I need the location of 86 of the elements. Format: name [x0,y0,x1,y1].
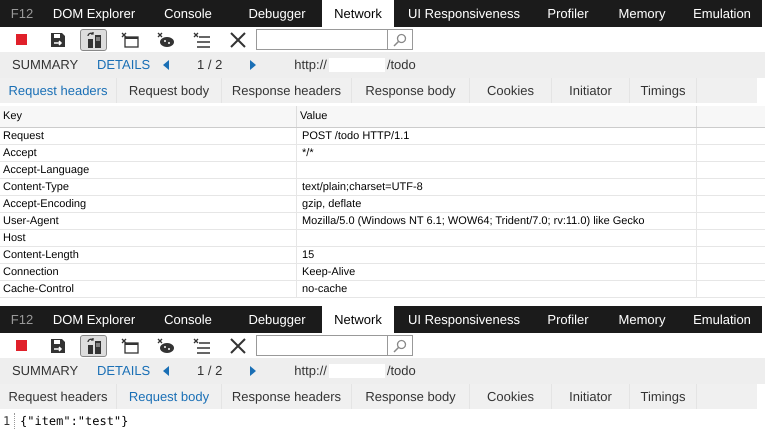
previous-icon[interactable] [163,366,169,376]
tool-tab[interactable]: Console [144,306,232,333]
header-value: text/plain;charset=UTF-8 [302,180,423,195]
window-x-icon [120,32,138,48]
tool-tab[interactable]: DOM Explorer [44,306,144,333]
detail-tab[interactable]: Response body [352,78,470,103]
search-field[interactable] [256,335,413,356]
header-value: no-cache [302,282,348,297]
tool-tab[interactable]: Debugger [232,306,322,333]
detail-tab[interactable]: Request headers [0,78,117,103]
tool-tab[interactable]: Profiler [534,0,602,27]
toolbar-button[interactable] [80,28,107,50]
detail-tab[interactable]: Response body [352,384,470,409]
server-refresh-icon [84,336,102,354]
stop-icon [16,34,27,45]
header-key: Connection [0,264,297,280]
tool-tab[interactable]: Memory [602,0,682,27]
header-key: Accept-Language [0,162,297,178]
header-value: Mozilla/5.0 (Windows NT 6.1; WOW64; Trident/7.0; rv:11.0) like Gecko [302,214,645,229]
tool-tab[interactable]: Emulation [682,306,762,333]
close-icon [230,32,246,48]
header-key: Cache-Control [0,281,297,297]
header-key: User-Agent [0,213,297,229]
header-value: gzip, deflate [302,196,362,212]
page-counter: 1 / 2 [197,362,222,380]
url-text: /todo [386,56,416,74]
f12-label[interactable]: F12 [0,306,44,333]
tool-tab[interactable]: Emulation [682,0,762,27]
cookie-x-icon [156,338,174,354]
view-toggle[interactable]: SUMMARY [12,55,97,75]
detail-tab[interactable]: Response headers [222,384,352,409]
stop-icon [16,340,27,351]
detail-tab[interactable]: Cookies [470,78,552,103]
tool-tab[interactable]: UI Responsiveness [394,0,534,27]
header-key: Content-Type [0,179,297,195]
tool-tab[interactable]: Profiler [534,306,602,333]
toolbar-button[interactable] [80,334,107,356]
save-icon [50,32,66,48]
tool-tab[interactable]: Network [322,0,394,27]
line-number: 1 [2,413,12,430]
window-x-icon [120,338,138,354]
header-key: Accept-Encoding [0,196,297,212]
tool-tab[interactable]: DOM Explorer [44,0,144,27]
detail-tab[interactable]: Initiator [552,384,630,409]
view-toggle[interactable]: DETAILS [97,55,155,75]
f12-label[interactable]: F12 [0,0,44,27]
header-value: */* [302,146,314,161]
tool-tab[interactable]: Network [322,306,394,333]
header-value: Keep-Alive [302,264,356,280]
tool-tab[interactable]: Debugger [232,0,322,27]
tool-tab[interactable]: Console [144,0,232,27]
list-x-icon [192,338,210,354]
detail-tab[interactable]: Cookies [470,384,552,409]
list-x-icon [192,32,210,48]
view-toggle[interactable]: DETAILS [97,361,155,381]
cookie-x-icon [156,32,174,48]
column-header[interactable]: Key [0,106,297,127]
save-icon [50,338,66,354]
detail-tab[interactable]: Timings [630,384,697,409]
header-key: Accept [0,145,297,161]
code-line: {"item":"test"} [20,413,128,430]
detail-tab[interactable]: Timings [630,78,697,103]
header-key: Request [0,128,297,144]
column-header[interactable]: Value [297,106,697,127]
next-icon[interactable] [250,60,256,70]
next-icon[interactable] [250,366,256,376]
search-field[interactable] [256,29,413,50]
close-icon [230,338,246,354]
header-value: POST /todo HTTP/1.1 [302,128,410,144]
tool-tab[interactable]: Memory [602,306,682,333]
previous-icon[interactable] [163,60,169,70]
detail-tab[interactable]: Request body [117,78,222,103]
url-text: http:// [294,56,327,74]
url-text: http:// [294,362,327,380]
tool-tab[interactable]: UI Responsiveness [394,306,534,333]
detail-tab[interactable]: Request body [117,384,222,409]
detail-tab[interactable]: Response headers [222,78,352,103]
header-value: 15 [302,248,314,263]
page-counter: 1 / 2 [197,56,222,74]
detail-tab[interactable]: Initiator [552,78,630,103]
view-toggle[interactable]: SUMMARY [12,361,97,381]
server-refresh-icon [84,30,102,48]
detail-tab[interactable]: Request headers [0,384,117,409]
header-key: Content-Length [0,247,297,263]
header-key: Host [0,230,297,246]
url-text: /todo [386,362,416,380]
